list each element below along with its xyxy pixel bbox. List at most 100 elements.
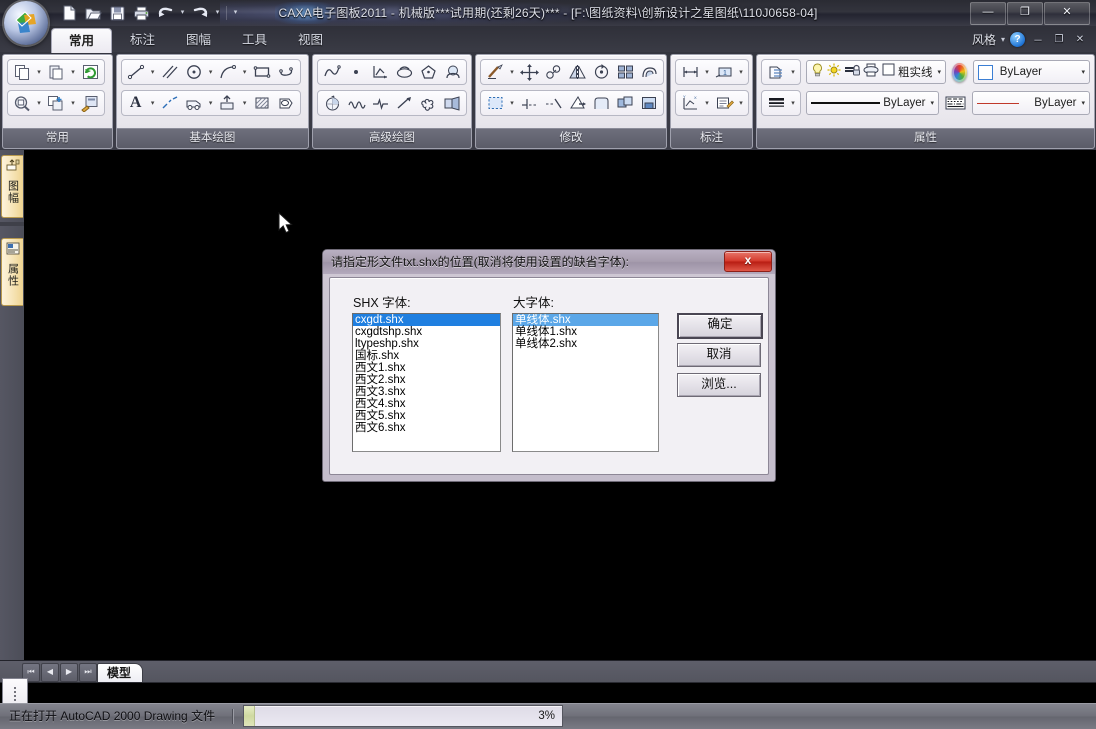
zoom-icon[interactable] xyxy=(10,92,34,114)
minimize-ribbon-button[interactable]: － xyxy=(1030,32,1046,47)
gear-draw-icon[interactable] xyxy=(320,92,344,114)
save-icon[interactable] xyxy=(106,3,128,23)
lineweight-selector[interactable]: ByLayer ▾ xyxy=(972,91,1090,115)
circle-dropdown-icon[interactable]: ▾ xyxy=(206,61,216,83)
arc-icon[interactable] xyxy=(216,61,240,83)
dimension-icon[interactable] xyxy=(678,61,702,83)
next-sheet-button[interactable]: ▶ xyxy=(60,663,78,682)
select-dropdown-icon[interactable]: ▾ xyxy=(507,92,517,114)
last-sheet-button[interactable]: ⏭ xyxy=(79,663,97,682)
chevron-down-icon[interactable]: ▾ xyxy=(1001,35,1005,44)
polyline-icon[interactable] xyxy=(274,61,298,83)
attribute-icon[interactable] xyxy=(216,92,240,114)
sheet-tab-model[interactable]: 模型 xyxy=(97,663,144,684)
join-icon[interactable] xyxy=(637,92,661,114)
parallel-line-icon[interactable] xyxy=(158,61,182,83)
copy-object-icon[interactable] xyxy=(541,61,565,83)
browse-button[interactable]: 浏览... xyxy=(677,373,761,397)
customize-qat-icon[interactable]: ▾ xyxy=(231,3,240,23)
layer-color-swatch[interactable] xyxy=(882,63,895,81)
lineweight-dropdown-icon[interactable]: ▾ xyxy=(1081,99,1085,107)
copy-dropdown-icon[interactable]: ▾ xyxy=(34,61,44,83)
layer-manager-dropdown-icon[interactable]: ▾ xyxy=(788,61,798,83)
move-icon[interactable] xyxy=(517,61,541,83)
coordinate-dropdown-icon[interactable]: ▾ xyxy=(702,92,712,114)
linetype-manager-icon[interactable] xyxy=(945,92,966,114)
centerline-icon[interactable] xyxy=(158,92,182,114)
list-item[interactable]: cxgdt.shx xyxy=(353,314,500,326)
hole-shaft-icon[interactable] xyxy=(440,61,464,83)
insert-block-icon[interactable] xyxy=(44,92,68,114)
line-icon[interactable] xyxy=(124,61,148,83)
application-menu-button[interactable] xyxy=(4,1,48,45)
list-item[interactable]: 单线体2.shx xyxy=(513,338,658,350)
edit-dim-dropdown-icon[interactable]: ▾ xyxy=(736,92,746,114)
tab-biaozhu[interactable]: 标注 xyxy=(113,28,172,52)
open-file-icon[interactable] xyxy=(82,3,104,23)
redo-icon[interactable] xyxy=(189,3,211,23)
wave-line-icon[interactable] xyxy=(344,92,368,114)
spline-icon[interactable] xyxy=(320,61,344,83)
close-document-button[interactable]: ✕ xyxy=(1072,34,1088,45)
color-selector[interactable]: ByLayer ▾ xyxy=(972,60,1090,84)
big-font-listbox[interactable]: 单线体.shx 单线体1.shx 单线体2.shx xyxy=(512,313,659,452)
mirror-icon[interactable] xyxy=(565,61,589,83)
print-icon[interactable] xyxy=(130,3,152,23)
linetype-selector[interactable]: ByLayer ▾ xyxy=(806,91,939,115)
help-icon[interactable]: ? xyxy=(1010,31,1025,47)
array-icon[interactable] xyxy=(613,61,637,83)
cloud-line-icon[interactable] xyxy=(416,92,440,114)
tab-gongju[interactable]: 工具 xyxy=(225,28,284,52)
minimize-button[interactable]: — xyxy=(970,2,1006,25)
list-item[interactable]: ltypeshp.shx xyxy=(353,338,500,350)
redo-dropdown-icon[interactable]: ▾ xyxy=(213,3,222,23)
layer-dropdown-icon[interactable]: ▾ xyxy=(938,68,942,76)
list-item[interactable]: 西文5.shx xyxy=(353,410,500,422)
cancel-button[interactable]: 取消 xyxy=(677,343,761,367)
undo-dropdown-icon[interactable]: ▾ xyxy=(178,3,187,23)
list-item[interactable]: 单线体.shx xyxy=(513,314,658,326)
tab-shitu[interactable]: 视图 xyxy=(281,28,340,52)
list-item[interactable]: 单线体1.shx xyxy=(513,326,658,338)
block-create-icon[interactable] xyxy=(182,92,206,114)
dialog-title-bar[interactable]: 请指定形文件txt.shx的位置(取消将使用设置的缺省字体): x xyxy=(323,250,775,274)
insert-dropdown-icon[interactable]: ▾ xyxy=(68,92,78,114)
layer-selector[interactable]: 粗实线 ▾ xyxy=(806,60,947,84)
match-properties-icon[interactable] xyxy=(78,92,102,114)
lineweight-dropdown-icon[interactable]: ▾ xyxy=(788,92,798,114)
select-region-icon[interactable] xyxy=(483,92,507,114)
text-icon[interactable]: A xyxy=(124,92,148,114)
paste-dropdown-icon[interactable]: ▾ xyxy=(68,61,78,83)
balloon-dropdown-icon[interactable]: ▾ xyxy=(736,61,746,83)
zoom-dropdown-icon[interactable]: ▾ xyxy=(34,92,44,114)
rectangle-icon[interactable] xyxy=(250,61,274,83)
list-item[interactable]: 西文2.shx xyxy=(353,374,500,386)
ok-button[interactable]: 确定 xyxy=(677,313,763,339)
lineweight-icon[interactable] xyxy=(764,92,788,114)
dimension-dropdown-icon[interactable]: ▾ xyxy=(702,61,712,83)
text-dropdown-icon[interactable]: ▾ xyxy=(148,92,158,114)
edit-dim-icon[interactable] xyxy=(712,92,736,114)
command-line-area[interactable] xyxy=(0,682,1096,704)
attribute-dropdown-icon[interactable]: ▾ xyxy=(240,92,250,114)
plot-layer-icon[interactable] xyxy=(863,63,879,82)
shx-font-listbox[interactable]: cxgdt.shx cxgdtshp.shx ltypeshp.shx 国标.s… xyxy=(352,313,501,452)
ellipse-icon[interactable] xyxy=(392,61,416,83)
rotate-icon[interactable] xyxy=(589,61,613,83)
lock-layer-icon[interactable] xyxy=(844,63,860,82)
tab-changyong[interactable]: 常用 xyxy=(51,28,113,53)
line-dropdown-icon[interactable]: ▾ xyxy=(148,61,158,83)
color-palette-icon[interactable] xyxy=(952,62,967,82)
layer-manager-icon[interactable] xyxy=(764,61,788,83)
list-item[interactable]: 西文3.shx xyxy=(353,386,500,398)
list-item[interactable]: 西文1.shx xyxy=(353,362,500,374)
color-dropdown-icon[interactable]: ▾ xyxy=(1081,68,1085,76)
image-insert-icon[interactable] xyxy=(440,92,464,114)
explode-icon[interactable] xyxy=(613,92,637,114)
sidebar-item-shuxing[interactable]: 属性 xyxy=(1,238,23,306)
coordinate-dim-icon[interactable]: YX xyxy=(678,92,702,114)
arrow-icon[interactable] xyxy=(392,92,416,114)
refresh-icon[interactable] xyxy=(78,61,102,83)
tab-tufu[interactable]: 图幅 xyxy=(169,28,228,52)
stretch-icon[interactable] xyxy=(541,92,565,114)
